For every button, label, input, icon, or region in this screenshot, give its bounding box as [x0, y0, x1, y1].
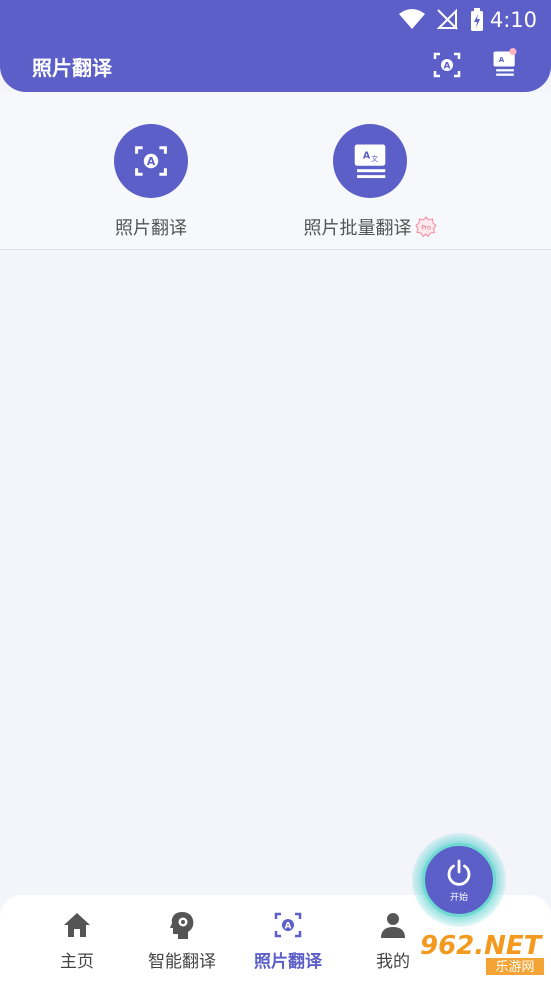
- no-signal-icon: [436, 8, 458, 30]
- person-icon: [381, 913, 405, 938]
- pro-badge-icon: Pro: [414, 216, 437, 238]
- svg-text:A: A: [363, 151, 371, 162]
- home-icon: [64, 913, 90, 937]
- batch-translate-circle: A 文: [333, 124, 407, 198]
- tool-label-text: 照片批量翻译: [303, 218, 412, 239]
- photo-translate-circle: A: [114, 124, 188, 198]
- svg-text:A: A: [499, 55, 505, 64]
- tool-label: 照片翻译: [115, 214, 187, 240]
- tool-label: 照片批量翻译 Pro: [304, 214, 437, 240]
- app-bar: 4:10 照片翻译 A A: [0, 0, 551, 92]
- status-time: 4:10: [489, 8, 537, 32]
- svg-text:文: 文: [371, 154, 378, 163]
- status-bar: 4:10: [0, 0, 551, 40]
- camera-translate-icon: A: [274, 912, 302, 938]
- camera-translate-icon: A: [135, 146, 167, 176]
- svg-text:A: A: [285, 922, 292, 932]
- nav-label: 智能翻译: [148, 952, 216, 972]
- power-icon: [447, 859, 471, 886]
- pro-badge-text: Pro: [421, 225, 431, 232]
- tool-photo-translate[interactable]: A 照片翻译: [51, 124, 251, 240]
- start-button[interactable]: 开始: [422, 843, 496, 917]
- tool-panel: A 照片翻译 A 文 照片批量翻译 Pro: [0, 92, 551, 250]
- camera-translate-button[interactable]: A: [432, 50, 462, 80]
- batch-translate-button[interactable]: A: [490, 48, 520, 78]
- start-label: 开始: [449, 892, 468, 903]
- tool-batch-translate[interactable]: A 文 照片批量翻译 Pro: [270, 124, 470, 240]
- nav-item-photo-translate[interactable]: A 照片翻译: [238, 909, 338, 972]
- svg-text:A: A: [147, 155, 156, 168]
- svg-text:A: A: [444, 62, 451, 72]
- nav-item-smart-translate[interactable]: 智能翻译: [132, 909, 232, 972]
- page-title: 照片翻译: [32, 56, 112, 80]
- nav-label: 照片翻译: [254, 952, 322, 972]
- nav-item-home[interactable]: 主页: [27, 909, 127, 972]
- watermark-sub: 乐游网: [495, 960, 534, 975]
- ai-head-icon: [170, 912, 194, 939]
- tool-label-text: 照片翻译: [115, 218, 187, 239]
- watermark-logo: 962.NET 乐游网: [420, 931, 544, 975]
- watermark-text: 962.NET: [420, 931, 544, 961]
- nav-label: 主页: [60, 952, 94, 972]
- batch-translate-icon: A 文: [354, 144, 386, 179]
- battery-charging-icon: [471, 8, 483, 31]
- wifi-icon: [399, 9, 425, 29]
